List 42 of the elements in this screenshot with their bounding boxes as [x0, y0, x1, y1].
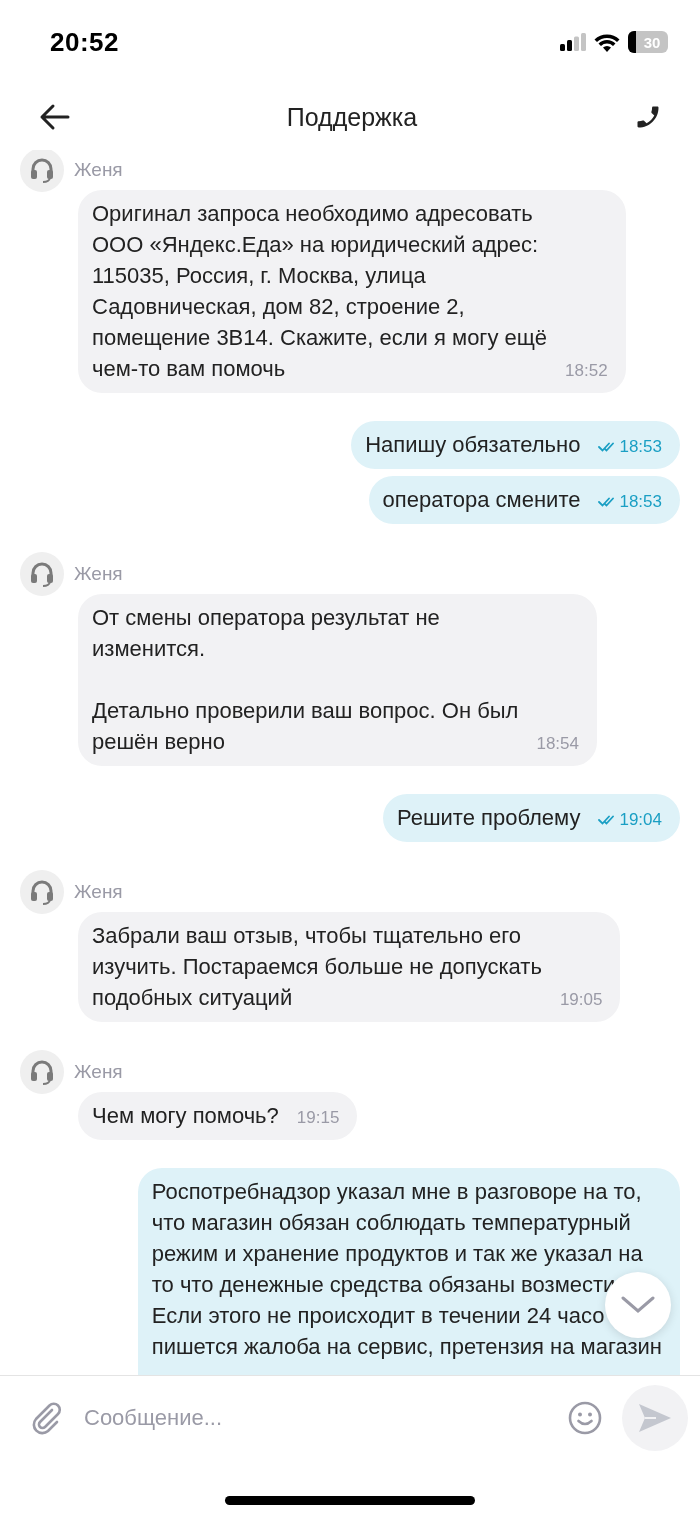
sender-name: Женя [74, 563, 123, 585]
message-text: Напишу обязательно [365, 431, 581, 459]
message-time: 18:52 [565, 360, 608, 382]
message-text: Оригинал запроса необходимо адресовать ООО «Яндекс.Еда» на юридический адрес: 115035, Россия, г. Москва, улица Садовническая, дом 82, строение 2, помещение 3В14. Скажите, если я могу ещё чем-то вам помочь [92, 200, 548, 383]
clock: 20:52 [50, 26, 120, 58]
message-line: режим и хранение продуктов и так же указал на [151, 1240, 643, 1268]
smiley-icon [568, 1401, 602, 1435]
message-time: 18:53 [619, 491, 662, 513]
headset-icon [29, 157, 55, 183]
back-button[interactable] [38, 103, 70, 131]
message-text: Решите проблему [396, 804, 581, 832]
paperclip-icon [30, 1401, 64, 1435]
message-text: Чем могу помочь? [92, 1102, 279, 1130]
message-time: 18:54 [536, 733, 579, 755]
message-line: что магазин обязан соблюдать температурный [151, 1209, 631, 1237]
message-line: Роспотребнадзор указал мне в разговоре на то, [151, 1178, 642, 1206]
message-time: 18:53 [619, 436, 662, 458]
headset-icon [29, 879, 55, 905]
chevron-down-icon [621, 1296, 655, 1314]
message-text: От смены оператора результат не изменится. Детально проверили ваш вопрос. Он был решён верно [92, 604, 519, 756]
battery-icon: 30 [628, 31, 668, 53]
headset-icon [29, 1059, 55, 1085]
message-line: пишется жалоба на сервис, претензия на магазин [151, 1333, 662, 1361]
message-input[interactable]: Сообщение... [84, 1399, 548, 1437]
attach-button[interactable] [30, 1401, 64, 1435]
message-text: оператора смените [382, 486, 581, 514]
emoji-button[interactable] [568, 1401, 602, 1435]
message-time: 19:04 [619, 809, 662, 831]
wifi-icon [594, 32, 620, 52]
headset-icon [29, 561, 55, 587]
message-time: 19:15 [296, 1107, 340, 1129]
back-arrow-icon [38, 103, 70, 131]
sender-name: Женя [74, 881, 123, 903]
signal-icon [560, 33, 586, 51]
screen-title: Поддержка [286, 102, 418, 132]
message-line: то что денежные средства обязаны возмести [151, 1271, 616, 1299]
message-time: 19:05 [559, 989, 603, 1011]
sender-name: Женя [74, 1061, 123, 1083]
sender-name: Женя [74, 159, 123, 181]
send-icon [638, 1403, 672, 1433]
message-text: Забрали ваш отзыв, чтобы тщательно его изучить. Постараемся больше не допускать подобных ситуаций [92, 922, 542, 1012]
message-line: Если этого не происходит в течении 24 часо [151, 1302, 605, 1330]
